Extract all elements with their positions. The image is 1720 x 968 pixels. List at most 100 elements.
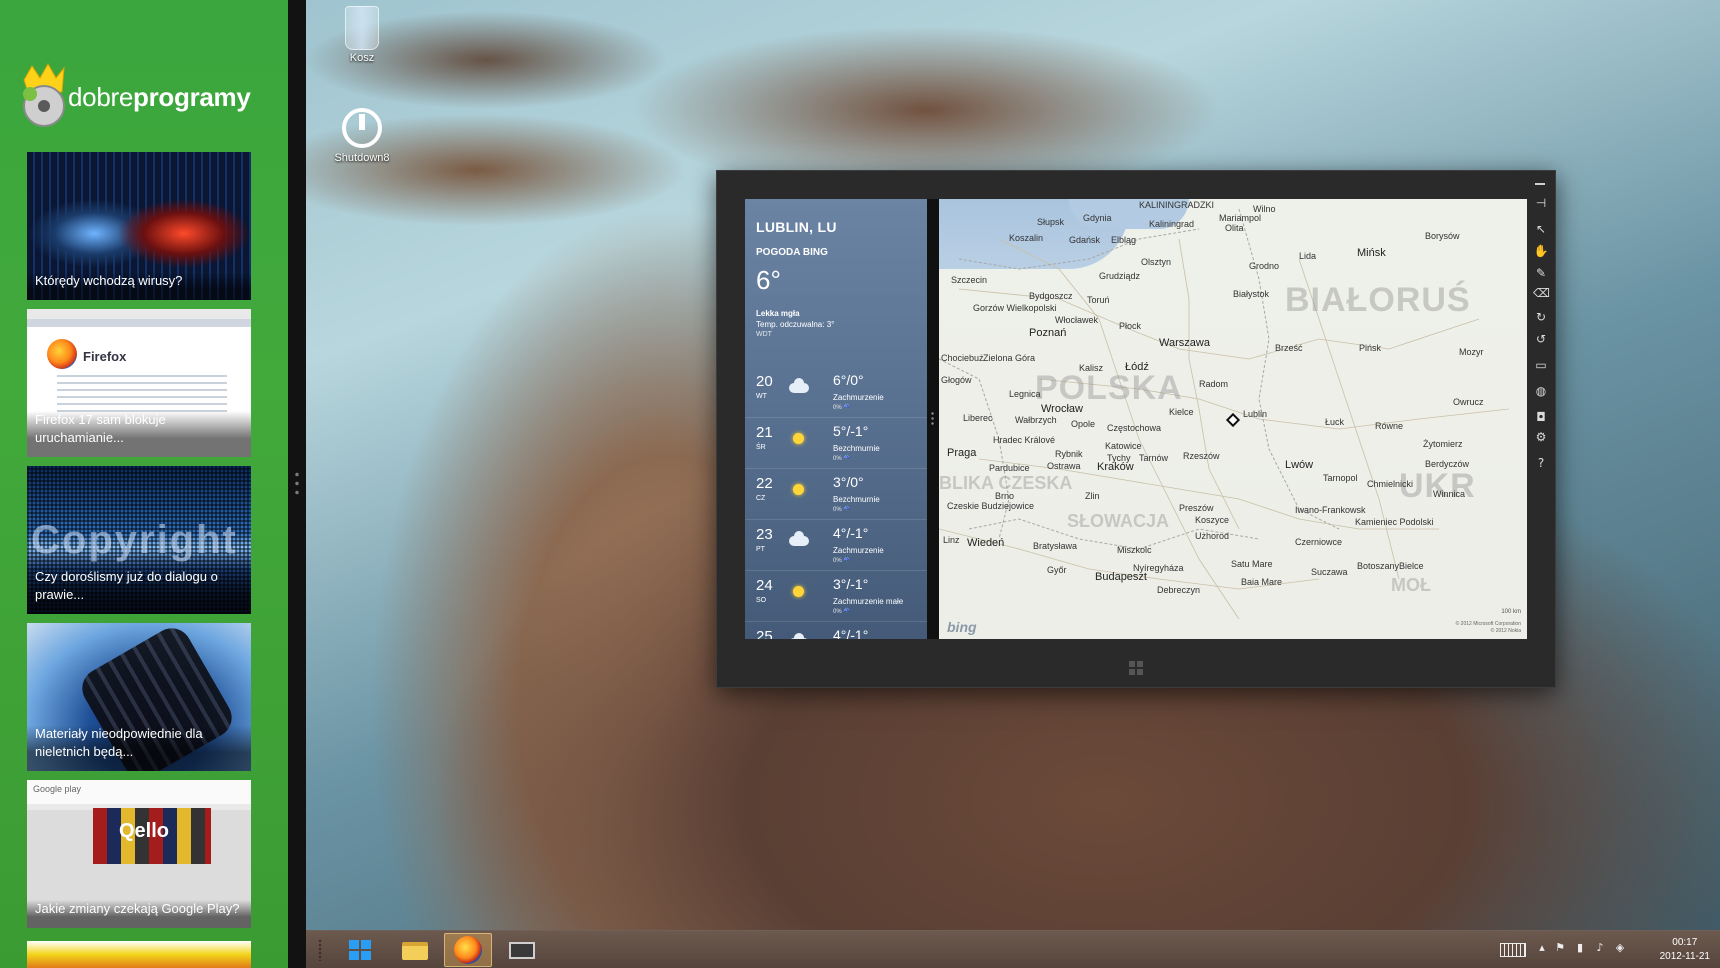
news-item-partial[interactable] xyxy=(27,941,251,968)
splitter-grip-icon[interactable] xyxy=(931,411,934,427)
dobreprogramy-logo[interactable]: dobreprogramy xyxy=(18,62,280,132)
city-label: Zlin xyxy=(1085,491,1100,501)
forecast-day[interactable]: 20 WT 6°/0° Zachmurzenie 0% ☔ xyxy=(745,367,927,418)
network-icon[interactable]: ▮ xyxy=(1572,941,1588,957)
partly-sunny-icon xyxy=(789,583,809,599)
clock[interactable]: 00:17 2012-11-21 xyxy=(1660,936,1710,964)
city-label: Legnica xyxy=(1009,389,1041,399)
city-label: Olsztyn xyxy=(1141,257,1172,267)
pointer-icon[interactable]: ↖ xyxy=(1533,221,1549,237)
thumb-google-play-text: Google play xyxy=(33,784,82,794)
station-code: WDT xyxy=(756,331,772,338)
news-item[interactable]: Copyright Czy doroślismy już do dialogu … xyxy=(27,466,251,614)
city-label: Koszyce xyxy=(1195,515,1230,525)
clock-time: 00:17 xyxy=(1672,937,1698,948)
city-label: KALININGRADZKI xyxy=(1139,200,1215,210)
news-item[interactable]: Materiały nieodpowiednie dla nieletnich … xyxy=(27,623,251,771)
city-label: Bratysława xyxy=(1033,541,1078,551)
windows-icon[interactable] xyxy=(1129,661,1143,675)
news-item[interactable]: Google play Qello Jakie zmiany czekają G… xyxy=(27,780,251,928)
city-label: Gdańsk xyxy=(1069,235,1101,245)
city-label: Győr xyxy=(1047,565,1067,575)
show-hidden-icons-icon[interactable]: ▴ xyxy=(1534,941,1550,957)
flag-icon[interactable]: ⚑ xyxy=(1552,941,1568,957)
forecast-day[interactable]: 21 ŚR 5°/-1° Bezchmurnie 0% ☔ xyxy=(745,418,927,469)
forecast-desc: Zachmurzenie xyxy=(833,393,884,402)
news-item[interactable]: Którędy wchodzą wirusy? xyxy=(27,152,251,300)
city-label: Bydgoszcz xyxy=(1029,291,1073,301)
city-label: Owrucz xyxy=(1453,397,1484,407)
city-label: Kraków xyxy=(1097,461,1134,473)
news-item[interactable]: Firefox Firefox 17 sam blokuje uruchamia… xyxy=(27,309,251,457)
city-label: Brześć xyxy=(1275,343,1303,353)
forecast-day[interactable]: 22 CZ 3°/0° Bezchmurnie 0% ☔ xyxy=(745,469,927,520)
city-label: Mińsk xyxy=(1357,247,1386,259)
hand-icon[interactable]: ✋ xyxy=(1533,243,1549,259)
taskbar-grip-icon[interactable] xyxy=(318,939,322,961)
city-label: Płock xyxy=(1119,321,1142,331)
eraser-icon[interactable]: ⌫ xyxy=(1533,285,1550,301)
start-button[interactable] xyxy=(336,933,384,967)
cloud-icon xyxy=(789,378,809,395)
copyright-line: © 2012 Nokia xyxy=(1490,628,1521,634)
explorer-button[interactable] xyxy=(390,933,438,967)
pin-icon[interactable]: ⊣ xyxy=(1533,195,1549,211)
snap-splitter[interactable] xyxy=(288,0,306,968)
city-label: Łódź xyxy=(1125,361,1149,373)
forecast-day[interactable]: 24 SO 3°/-1° Zachmurzenie małe 0% ☔ xyxy=(745,571,927,622)
volume-icon[interactable]: ♪ xyxy=(1592,941,1608,957)
city-label: Radom xyxy=(1199,379,1229,389)
security-icon[interactable]: ◈ xyxy=(1612,941,1628,957)
city-label: Debreczyn xyxy=(1157,585,1201,595)
city-label: Toruń xyxy=(1087,295,1110,305)
thumb-copyright-text: Copyright xyxy=(31,518,238,562)
city-label: Kaliningrad xyxy=(1149,219,1195,229)
recycle-bin-shortcut[interactable]: Kosz xyxy=(322,6,402,64)
city-label: Bielce xyxy=(1399,561,1424,571)
monitor-icon[interactable]: ▭ xyxy=(1533,357,1549,373)
camera-icon[interactable]: ◘ xyxy=(1533,409,1549,425)
city-label: Kielce xyxy=(1169,407,1194,417)
city-label: Kamieniec Podolski xyxy=(1355,517,1434,527)
forecast-weekday: ŚR xyxy=(756,444,766,451)
forecast-precip: 0% ☔ xyxy=(833,405,851,411)
city-label: Grudziądz xyxy=(1099,271,1141,281)
globe-icon[interactable]: ◍ xyxy=(1533,383,1549,399)
weather-map[interactable]: BIAŁORUŚ POLSKA UKR SŁOWACJA BLIKA CZESK… xyxy=(939,199,1527,639)
city-label: Gdynia xyxy=(1083,213,1112,223)
city-label: Miszkolc xyxy=(1117,545,1152,555)
rotate-right-icon[interactable]: ↻ xyxy=(1533,309,1549,325)
desktop-app-button[interactable] xyxy=(498,933,546,967)
sun-icon xyxy=(789,430,809,446)
forecast-weekday: SO xyxy=(756,597,767,604)
splitter-grip-icon[interactable] xyxy=(295,470,299,498)
forecast-date: 23 xyxy=(756,526,773,543)
weather-app-window[interactable]: LUBLIN, LU POGODA BING 6° Lekka mgła Tem… xyxy=(716,170,1556,688)
rotate-left-icon[interactable]: ↺ xyxy=(1533,331,1549,347)
forecast-day[interactable]: 23 PT 4°/-1° Zachmurzenie 0% ☔ xyxy=(745,520,927,571)
sun-icon xyxy=(789,481,809,497)
shutdown8-shortcut[interactable]: Shutdown8 xyxy=(322,108,402,164)
forecast-day[interactable]: 25 4°/-1° xyxy=(745,622,927,639)
pane-splitter[interactable] xyxy=(927,199,939,639)
city-label: Tarnów xyxy=(1139,453,1169,463)
forecast-weekday: PT xyxy=(756,546,765,553)
forecast-precip: 0% ☔ xyxy=(833,456,851,462)
thumb-qello-text: Qello xyxy=(119,820,170,842)
help-icon[interactable]: ? xyxy=(1533,455,1549,471)
logo-wordmark: dobreprogramy xyxy=(68,82,251,112)
thumb-text-lines xyxy=(57,375,227,415)
copyright-line: © 2012 Microsoft Corporation xyxy=(1455,621,1521,627)
keyboard-icon[interactable] xyxy=(1500,943,1526,957)
city-label: Szczecin xyxy=(951,275,988,285)
city-label: Mariampol xyxy=(1219,213,1262,223)
gear-icon[interactable]: ⚙ xyxy=(1533,429,1549,445)
forecast-weekday: WT xyxy=(756,393,767,400)
forecast-list: 20 WT 6°/0° Zachmurzenie 0% ☔ 21 ŚR 5°/-… xyxy=(745,367,927,639)
city-label: Wrocław xyxy=(1041,403,1083,415)
country-label: BIAŁORUŚ xyxy=(1285,281,1471,319)
forecast-desc: Zachmurzenie xyxy=(833,546,884,555)
pen-icon[interactable]: ✎ xyxy=(1533,265,1549,281)
firefox-icon xyxy=(454,936,482,964)
firefox-button[interactable] xyxy=(444,933,492,967)
